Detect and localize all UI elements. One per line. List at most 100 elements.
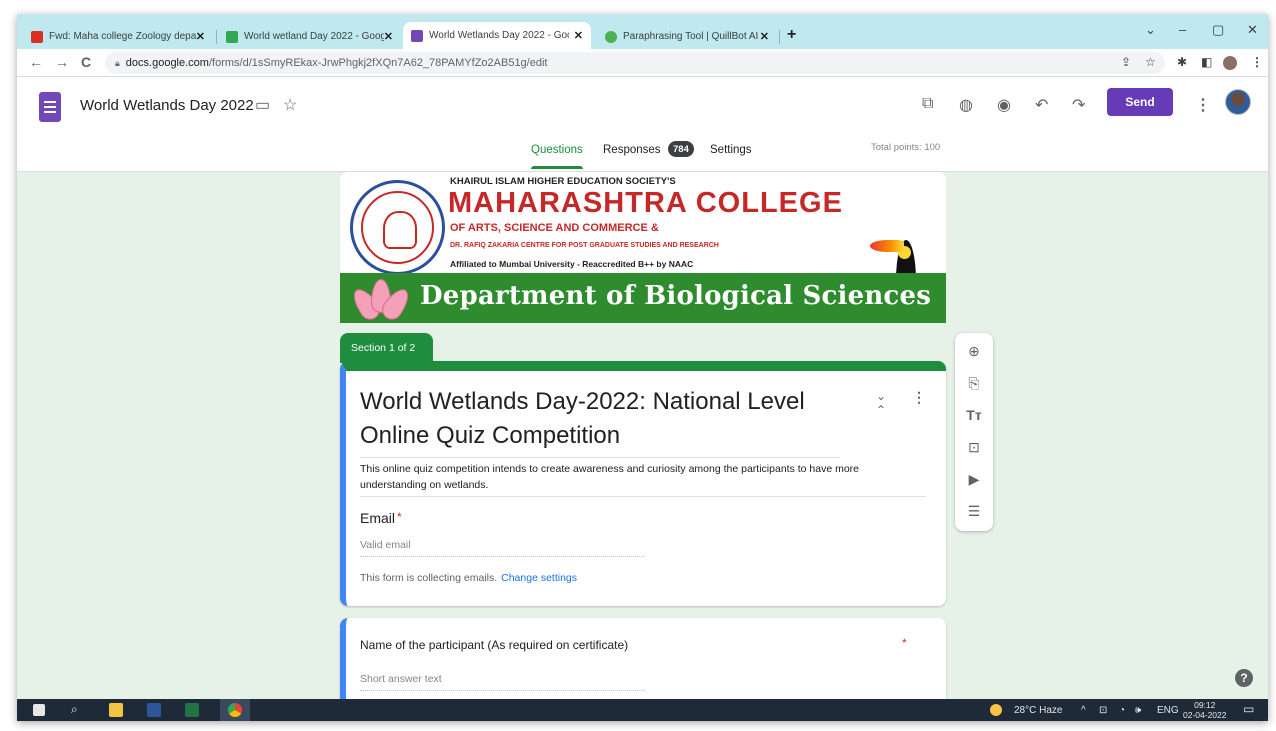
quillbot-icon [605,30,617,43]
form-title-card[interactable]: World Wetlands Day-2022: National Level … [340,361,946,606]
tab-separator [779,30,780,44]
redo-icon[interactable]: ↷ [1072,95,1085,115]
word-icon[interactable] [147,703,161,717]
add-image-icon[interactable]: ⊡ [955,439,993,456]
form-editor-canvas: KHAIRUL ISLAM HIGHER EDUCATION SOCIETY'S… [17,172,1268,699]
star-icon[interactable]: ☆ [283,95,297,115]
search-icon[interactable]: ⌕ [71,702,78,717]
form-title[interactable]: World Wetlands Day-2022: National Level … [360,385,840,458]
minimize-icon[interactable]: – [1179,22,1186,37]
forms-header: World Wetlands Day 2022 ▭ ☆ ⧉ ◍ ◉ ↶ ↷ Se… [17,77,1268,172]
send-button[interactable]: Send [1107,88,1173,116]
clock-date: 02-04-2022 [1183,710,1227,720]
document-title[interactable]: World Wetlands Day 2022 [80,97,254,114]
weather-sun-icon [990,704,1002,716]
required-asterisk: * [902,636,907,650]
wifi-icon[interactable]: ◔ [1119,705,1125,716]
browser-menu-icon[interactable]: ⋮ [1251,55,1263,69]
notification-icon[interactable]: ▭ [1243,702,1254,716]
section-more-icon[interactable]: ⋮ [912,389,926,406]
browser-tab-gmail[interactable]: Fwd: Maha college Zoology depa ✕ [23,24,213,49]
url-input[interactable]: 🔒︎ docs.google.com/forms/d/1sSmyREkax-Jr… [105,52,1165,74]
close-tab-icon[interactable]: ✕ [384,30,393,43]
url-path: /forms/d/1sSmyREkax-JrwPhgkj2fXQn7A62_78… [208,57,548,69]
form-description[interactable]: This online quiz competition intends to … [360,461,926,497]
google-forms-logo-icon[interactable] [39,92,61,122]
tab-responses[interactable]: Responses [603,144,661,156]
responses-count-badge: 784 [668,141,694,157]
taskbar-clock[interactable]: 09:12 02-04-2022 [1183,700,1226,720]
side-panel-icon[interactable]: ◧ [1201,55,1212,69]
email-label-text: Email [360,510,396,526]
tab-title: Paraphrasing Tool | QuillBot AI [623,31,759,42]
required-asterisk: * [397,510,402,524]
add-ons-puzzle-icon[interactable]: ⧉ [922,95,933,113]
lock-icon: 🔒︎ [115,57,120,68]
address-bar: ← → C 🔒︎ docs.google.com/forms/d/1sSmyRE… [17,49,1268,77]
header-banner-image: KHAIRUL ISLAM HIGHER EDUCATION SOCIETY'S… [340,172,946,323]
question-card-participant-name[interactable]: Name of the participant (As required on … [340,618,946,699]
bookmark-star-icon[interactable]: ☆ [1145,55,1156,69]
import-questions-icon[interactable]: ⎘ [955,375,993,392]
add-section-icon[interactable]: ☰ [955,503,993,520]
close-tab-icon[interactable]: ✕ [196,30,205,43]
google-forms-icon [411,29,423,42]
department-name: Department of Biological Sciences [420,281,932,311]
preview-eye-icon[interactable]: ◉ [997,95,1011,115]
reload-icon[interactable]: C [81,54,91,70]
account-avatar[interactable] [1225,89,1251,115]
tab-settings[interactable]: Settings [710,144,752,156]
back-icon[interactable]: ← [29,54,43,70]
add-question-icon[interactable]: ⊕ [955,343,993,360]
help-icon[interactable]: ? [1235,669,1253,687]
short-answer-field: Short answer text [360,673,644,691]
browser-tab-strip: Fwd: Maha college Zoology depa ✕ World w… [17,14,1268,49]
close-window-icon[interactable]: ✕ [1247,22,1258,38]
tab-questions[interactable]: Questions [531,144,583,169]
change-settings-link[interactable]: Change settings [501,572,577,584]
windows-start-icon[interactable] [33,704,45,716]
lotus-flower-icon [348,277,414,323]
excel-icon[interactable] [185,703,199,717]
banner-faculties: OF ARTS, SCIENCE AND COMMERCE & [450,222,659,234]
browser-tab-drive[interactable]: World wetland Day 2022 - Goog ✕ [218,24,401,49]
extensions-puzzle-icon[interactable]: ✱ [1177,55,1187,69]
close-tab-icon[interactable]: ✕ [574,29,583,42]
banner-society: KHAIRUL ISLAM HIGHER EDUCATION SOCIETY'S [450,176,676,187]
move-to-folder-icon[interactable]: ▭ [255,95,270,115]
browser-tab-forms-active[interactable]: World Wetlands Day 2022 - Goo ✕ [403,22,591,49]
new-tab-button[interactable]: + [787,26,796,44]
tab-search-icon[interactable]: ⌄ [1145,22,1156,38]
close-tab-icon[interactable]: ✕ [760,30,769,43]
file-explorer-icon[interactable] [109,703,123,717]
network-icon[interactable]: ⊡ [1099,705,1107,716]
college-seal-logo [350,180,445,275]
weather-text[interactable]: 28°C Haze [1014,705,1062,716]
question-title[interactable]: Name of the participant (As required on … [360,638,628,652]
windows-taskbar: ⌕ 28°C Haze ^ ⊡ ◔ 🕪︎ ENG 09:12 02-04-202… [17,699,1268,721]
banner-centre: DR. RAFIQ ZAKARIA CENTRE FOR POST GRADUA… [450,242,719,249]
maximize-icon[interactable]: ▢ [1212,22,1224,38]
add-video-icon[interactable]: ▶ [955,471,993,488]
question-toolbar: ⊕ ⎘ Tт ⊡ ▶ ☰ [955,333,993,531]
email-question-label: Email * [360,510,402,526]
collapse-section-icon[interactable]: ⌄ ⌃ [876,389,886,417]
collecting-emails-note: This form is collecting emails. Change se… [360,572,577,584]
banner-college-name: MAHARASHTRA COLLEGE [448,187,843,219]
more-options-icon[interactable]: ⋮ [1195,95,1211,115]
tab-title: Fwd: Maha college Zoology depa [49,31,197,42]
browser-tab-quillbot[interactable]: Paraphrasing Tool | QuillBot AI ✕ [597,24,777,49]
undo-icon[interactable]: ↶ [1035,95,1048,115]
chrome-taskbar-button[interactable] [220,699,250,721]
profile-avatar-small[interactable] [1223,56,1237,70]
customize-theme-palette-icon[interactable]: ◍ [959,95,973,115]
screen: Fwd: Maha college Zoology depa ✕ World w… [17,14,1268,721]
volume-icon[interactable]: 🕪︎ [1135,705,1141,716]
show-hidden-icons-chevron[interactable]: ^ [1081,705,1086,716]
share-icon[interactable]: ⇪ [1121,55,1131,69]
forward-icon[interactable]: → [55,54,69,70]
add-title-description-icon[interactable]: Tт [955,407,993,423]
language-indicator[interactable]: ENG [1157,705,1179,716]
tab-separator [216,30,217,44]
google-drive-icon [226,30,238,43]
